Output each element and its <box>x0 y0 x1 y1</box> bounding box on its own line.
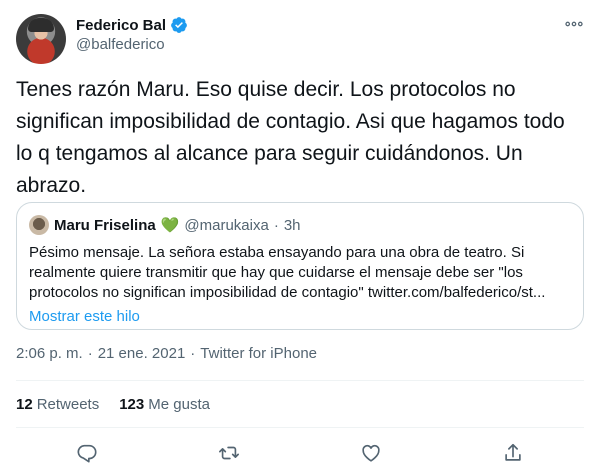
retweets-label: Retweets <box>36 396 100 413</box>
tweet-header: Federico Bal @balfederico <box>16 8 584 64</box>
retweets-stat[interactable]: 12 Retweets <box>16 396 99 413</box>
divider <box>16 380 584 381</box>
quoted-tweet-text: Pésimo mensaje. La señora estaba ensayan… <box>29 244 546 301</box>
tweet-date[interactable]: 21 ene. 2021 <box>98 345 186 362</box>
author-name-line: Federico Bal <box>76 16 188 34</box>
green-heart-emoji: 💚 <box>160 217 180 234</box>
tweet-text: Tenes razón Maru. Eso quise decir. Los p… <box>16 78 565 197</box>
retweets-count: 12 <box>16 396 33 413</box>
separator-dot: · <box>190 345 196 362</box>
quoted-tweet-time: 3h <box>283 216 301 234</box>
author-avatar[interactable] <box>16 14 66 64</box>
tweet-source[interactable]: Twitter for iPhone <box>200 345 317 362</box>
retweet-button[interactable] <box>212 440 246 466</box>
quoted-author-avatar <box>29 215 49 235</box>
likes-label: Me gusta <box>148 396 210 413</box>
share-button[interactable] <box>496 440 530 466</box>
quoted-author-handle: @marukaixa <box>184 216 269 234</box>
reply-button[interactable] <box>70 440 104 466</box>
like-button[interactable] <box>354 440 388 466</box>
heart-icon <box>362 444 380 462</box>
separator-dot: · <box>87 345 93 362</box>
divider <box>16 427 584 428</box>
tweet-metadata: 2:06 p. m. · 21 ene. 2021 · Twitter for … <box>16 345 317 362</box>
retweet-icon <box>219 446 239 460</box>
tweet-time[interactable]: 2:06 p. m. <box>16 345 83 362</box>
likes-count: 123 <box>119 396 145 413</box>
quoted-tweet-header: Maru Friselina 💚 @marukaixa · 3h <box>29 215 571 235</box>
share-icon <box>505 443 521 461</box>
author-display-name[interactable]: Federico Bal <box>76 17 166 34</box>
quoted-tweet[interactable]: Maru Friselina 💚 @marukaixa · 3h Pésimo … <box>16 202 584 330</box>
tweet-actions <box>16 440 584 466</box>
reply-icon <box>77 444 97 463</box>
verified-badge-icon <box>170 16 188 34</box>
author-handle[interactable]: @balfederico <box>76 36 165 53</box>
tweet-stats: 12 Retweets 123 Me gusta <box>16 396 210 413</box>
separator-dot: · <box>273 216 279 234</box>
likes-stat[interactable]: 123 Me gusta <box>119 396 210 413</box>
show-thread-link[interactable]: Mostrar este hilo <box>29 308 140 325</box>
quoted-author-name: Maru Friselina <box>54 216 156 234</box>
more-horizontal-icon[interactable] <box>564 14 584 34</box>
